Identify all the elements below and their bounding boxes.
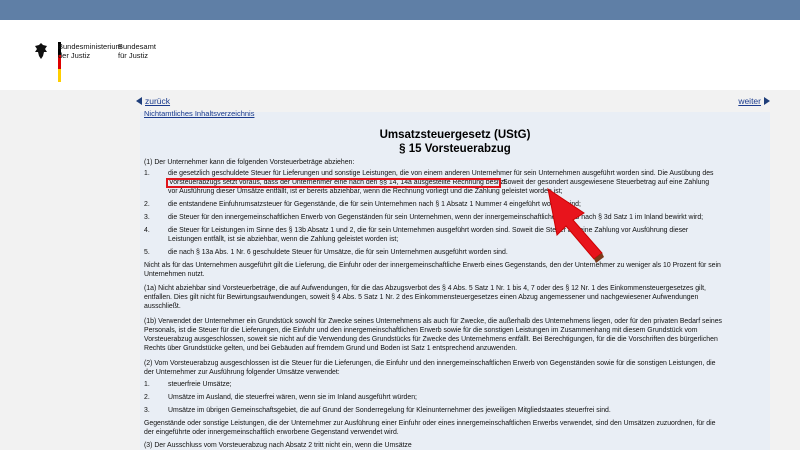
item-number: 4. [144, 227, 150, 234]
forward-link[interactable]: weiter [738, 96, 770, 106]
back-label: zurück [145, 96, 171, 106]
forward-label: weiter [738, 96, 761, 106]
paragraph-line: der eingeführte oder innergemeinschaftli… [144, 429, 399, 436]
item-number: 5. [144, 249, 150, 256]
ministry-name: Bundesministerium der Justiz [58, 42, 122, 60]
paragraph-line: (2) Vom Vorsteuerabzug ausgeschlossen is… [144, 360, 716, 367]
paragraph-line: der Unternehmer zur Ausführung folgender… [144, 369, 340, 376]
red-arrow-pointer-icon [547, 187, 604, 263]
list-item: steuerfreie Umsätze; [168, 381, 232, 388]
list-item: Umsätze im übrigen Gemeinschaftsgebiet, … [168, 407, 611, 414]
office-line-2: für Justiz [118, 51, 149, 60]
paragraph-line: ausschließt. [144, 303, 181, 310]
arrow-right-icon [764, 97, 770, 105]
arrow-left-icon [136, 97, 142, 105]
federal-eagle-logo[interactable] [34, 42, 61, 82]
item4-line1: die Steuer für Leistungen im Sinne des §… [168, 227, 689, 234]
item3-line1: die Steuer für den innergemeinschaftlich… [168, 214, 704, 221]
paragraph-line: Unternehmen nutzt. [144, 271, 205, 278]
section-title: § 15 Vorsteuerabzug [399, 143, 511, 155]
paragraph-line: Rechts über Grundstücke gelten, und bei … [144, 345, 518, 352]
intro-text: (1) Der Unternehmer kann die folgenden V… [144, 159, 355, 166]
paragraph-line: (1b) Verwendet der Unternehmer ein Grund… [144, 318, 722, 325]
back-link[interactable]: zurück [136, 96, 170, 106]
item-number: 1. [144, 170, 150, 177]
list-item: Umsätze im Ausland, die steuerfrei wären… [168, 394, 417, 401]
item2-line1: die entstandene Einfuhrumsatzsteuer für … [168, 201, 581, 208]
item1-line3: vor Ausführung dieser Umsätze entfällt, … [168, 188, 563, 195]
item-number: 3. [144, 214, 150, 221]
top-bar [0, 0, 800, 20]
paragraph-line: Nicht als für das Unternehmen ausgeführt… [144, 262, 721, 269]
paragraph-line: entfallen. Dies gilt nicht für Bewirtung… [144, 294, 699, 301]
paragraph-line: Gegenstände oder sonstige Leistungen, di… [144, 420, 716, 427]
item-number: 1. [144, 381, 150, 388]
office-line-1: Bundesamt [118, 42, 156, 51]
item-number: 2. [144, 201, 150, 208]
eagle-icon [35, 43, 47, 59]
item-number: 3. [144, 407, 150, 414]
item4-line2: Leistungen entfällt, ist sie abziehbar, … [168, 236, 399, 243]
toc-link[interactable]: Nichtamtliches Inhaltsverzeichnis [144, 109, 254, 118]
item5-line1: die nach § 13a Abs. 1 Nr. 6 geschuldete … [168, 249, 508, 256]
ministry-line-2: der Justiz [58, 51, 91, 60]
highlight-box [166, 178, 501, 188]
paragraph-line: Personals, ist die Steuer für die Liefer… [144, 327, 698, 334]
ministry-line-1: Bundesministerium [58, 42, 122, 51]
paragraph-line: Vorsteuerabzug ausgeschlossen, soweit si… [144, 336, 718, 343]
paragraph-line: (1a) Nicht abziehbar sind Vorsteuerbeträ… [144, 285, 706, 292]
paragraph-line: (3) Der Ausschluss vom Vorsteuerabzug na… [144, 442, 412, 449]
law-title: Umsatzsteuergesetz (UStG) [379, 129, 531, 141]
item-number: 2. [144, 394, 150, 401]
office-name: Bundesamt für Justiz [118, 42, 156, 60]
navigation-bar: zurück weiter [136, 96, 770, 110]
